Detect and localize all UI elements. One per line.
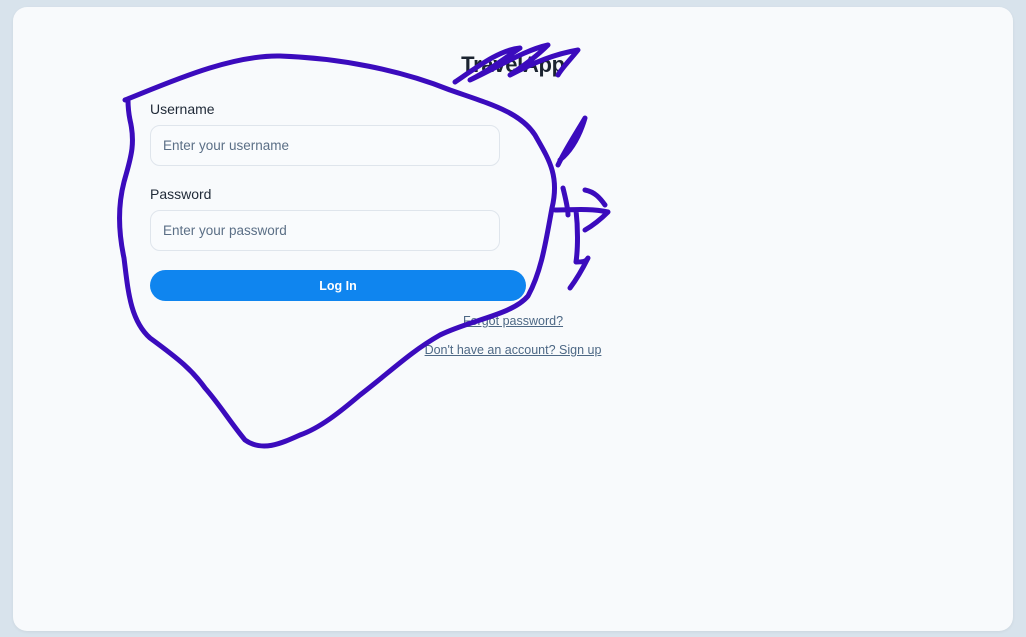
forgot-password-link[interactable]: Forgot password? [0, 314, 1026, 328]
login-button[interactable]: Log In [150, 270, 526, 301]
password-input[interactable] [150, 210, 500, 251]
password-label: Password [150, 186, 212, 202]
signup-link[interactable]: Don't have an account? Sign up [0, 343, 1026, 357]
username-input[interactable] [150, 125, 500, 166]
username-label: Username [150, 101, 215, 117]
app-title: TravelApp [461, 52, 565, 77]
